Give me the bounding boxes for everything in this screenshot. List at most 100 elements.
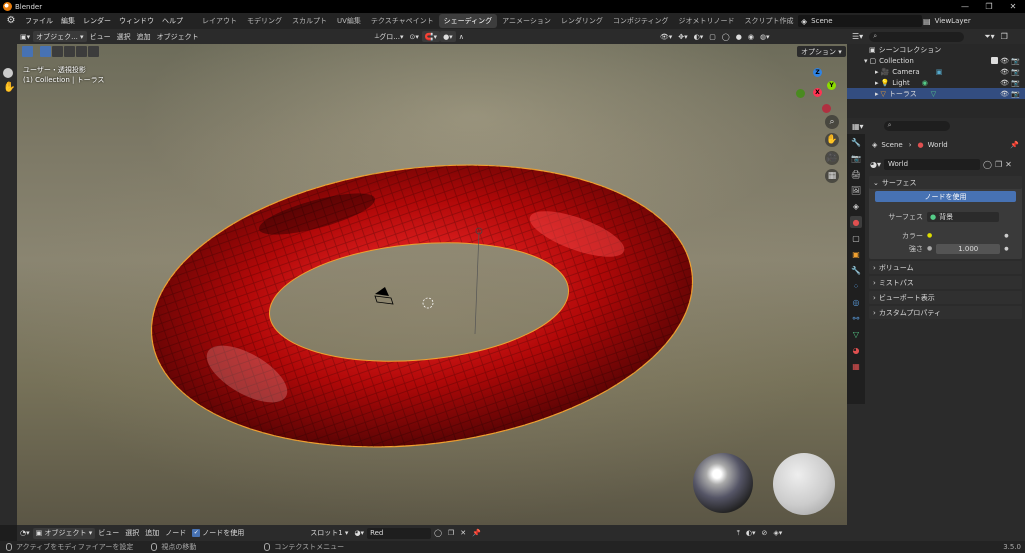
world-new-icon[interactable]: ❐ (995, 160, 1002, 169)
pin-icon[interactable]: 📌 (469, 528, 484, 539)
modifier-tab-icon[interactable]: 🔧 (850, 264, 862, 276)
surface-panel-header[interactable]: ⌄ サーフェス (869, 176, 1022, 189)
viewport-menu-view[interactable]: ビュー (87, 31, 114, 42)
display-icon[interactable]: ◈▾ (770, 528, 785, 539)
gizmo-z-axis[interactable]: Z (813, 68, 822, 77)
pan-hand-icon[interactable]: ✋ (825, 133, 839, 147)
use-nodes-checkbox[interactable]: ✓ ノードを使用 (189, 528, 247, 539)
shader-menu-select[interactable]: 選択 (122, 528, 142, 539)
shader-menu-view[interactable]: ビュー (95, 528, 122, 539)
tab-texture-paint[interactable]: テクスチャペイント (366, 14, 439, 28)
xray-icon[interactable]: ▢ (706, 31, 719, 42)
pin-properties-icon[interactable]: 📌 (1010, 141, 1019, 149)
gizmo-y-axis[interactable]: Y (827, 81, 836, 90)
shader-mode-dropdown[interactable]: ▣ オブジェクト ▾ (32, 527, 96, 539)
select-mode-intersect[interactable] (88, 46, 99, 57)
pivot-icon[interactable]: ⊙▾ (406, 31, 421, 42)
tab-uv-editing[interactable]: UV編集 (332, 14, 366, 28)
select-mode-invert[interactable] (76, 46, 87, 57)
editor-type-icon[interactable]: ▣▾ (17, 31, 33, 42)
select-box-tool[interactable] (22, 46, 33, 57)
view-layer-tab-icon[interactable]: 🖼 (850, 184, 862, 196)
transform-orientation-dropdown[interactable]: ⟂ グロ... ▾ (372, 31, 407, 42)
tab-compositing[interactable]: コンポジティング (608, 14, 674, 28)
viewport-menu-add[interactable]: 追加 (134, 31, 154, 42)
material-browse-icon[interactable]: ◕▾ (351, 528, 367, 539)
outliner-search-input[interactable]: ⌕ (869, 31, 965, 42)
viewport-menu-select[interactable]: 選択 (114, 31, 134, 42)
menu-render[interactable]: レンダー (79, 13, 115, 29)
camera-view-icon[interactable]: 🎥 (825, 151, 839, 165)
blender-menu-icon[interactable]: ⚙ (5, 15, 17, 27)
tab-modeling[interactable]: モデリング (242, 14, 287, 28)
collection-tab-icon[interactable]: ▢ (850, 232, 862, 244)
gizmo-neg-y-axis[interactable] (796, 89, 805, 98)
use-nodes-button[interactable]: ノードを使用 (875, 191, 1016, 202)
outliner-row-light[interactable]: ▸ 💡 Light ◉ 👁 📷 (847, 77, 1025, 88)
strength-keyframe-icon[interactable]: ● (1004, 246, 1008, 252)
camera-render-icon[interactable]: 📷 (1011, 68, 1020, 76)
select-mode-subtract[interactable] (64, 46, 75, 57)
snap-icon[interactable]: 🧲▾ (421, 31, 441, 42)
falloff-icon[interactable]: ∧ (456, 31, 467, 42)
shader-menu-node[interactable]: ノード (162, 528, 189, 539)
light-render-icon[interactable]: 📷 (1011, 79, 1020, 87)
scene-tab-icon[interactable]: ◈ (850, 200, 862, 212)
3d-viewport[interactable]: ユーザー・透視投影 (1) Collection | トーラス オプション ▾ … (17, 44, 847, 525)
outliner-row-torus[interactable]: ▸ ▽ トーラス ▽ 👁 📷 (847, 88, 1025, 99)
close-button[interactable]: ✕ (1001, 0, 1025, 13)
view-layer-selector[interactable]: ▤ ViewLayer (921, 15, 1025, 27)
snap-up-icon[interactable]: ⤒ (734, 528, 743, 539)
view-toggle-icon[interactable] (3, 68, 13, 78)
color-field[interactable] (936, 230, 1001, 241)
outliner-editor-icon[interactable]: ☰▾ (852, 32, 863, 41)
breadcrumb-world[interactable]: World (928, 141, 948, 149)
select-mode-extend[interactable] (52, 46, 63, 57)
color-keyframe-icon[interactable]: ● (1004, 233, 1008, 239)
menu-edit[interactable]: 編集 (57, 13, 79, 29)
surface-shader-field[interactable]: ● 背景 (927, 211, 999, 222)
texture-tab-icon[interactable]: ▦ (850, 360, 862, 372)
data-tab-icon[interactable]: ▽ (850, 328, 862, 340)
tab-sculpting[interactable]: スカルプト (287, 14, 332, 28)
menu-file[interactable]: ファイル (21, 13, 57, 29)
shading-solid-icon[interactable]: ● (733, 31, 745, 42)
outliner-row-collection[interactable]: ▾ ▢ Collection 👁 📷 (847, 55, 1025, 66)
render-tab-icon[interactable]: 📷 (850, 152, 862, 164)
camera-eye-icon[interactable]: 👁 (1000, 68, 1009, 76)
physics-tab-icon[interactable]: ◎ (850, 296, 862, 308)
properties-editor-icon[interactable]: ▦▾ (852, 122, 864, 131)
tab-geometry-nodes[interactable]: ジオメトリノード (674, 14, 740, 28)
outliner-scene-collection[interactable]: ▣ シーンコレクション (847, 44, 1025, 55)
overlay-icon[interactable]: ◐▾ (691, 31, 707, 42)
proportional-edit-icon[interactable]: ●▾ (440, 31, 456, 42)
menu-window[interactable]: ウィンドウ (115, 13, 158, 29)
particles-tab-icon[interactable]: ⁘ (850, 280, 862, 292)
collection-camera-icon[interactable]: 📷 (1011, 57, 1020, 65)
minimize-button[interactable]: — (953, 0, 977, 13)
world-browse-icon[interactable]: ◕▾ (870, 160, 881, 169)
shading-rendered-icon[interactable]: ◍▾ (757, 31, 773, 42)
material-tab-icon[interactable]: ◕ (850, 344, 862, 356)
mode-dropdown[interactable]: オブジェク... ▾ (33, 31, 87, 42)
visibility-icon[interactable]: 👁▾ (657, 31, 675, 42)
slot-dropdown[interactable]: スロット1 ▾ (307, 528, 351, 539)
new-material-icon[interactable]: ❐ (445, 528, 457, 539)
light-eye-icon[interactable]: 👁 (1000, 79, 1009, 87)
select-mode-new[interactable] (40, 46, 51, 57)
world-fake-user-icon[interactable]: ◯ (983, 160, 992, 169)
object-tab-icon[interactable]: ▣ (850, 248, 862, 260)
tab-layout[interactable]: レイアウト (197, 14, 242, 28)
shading-material-icon[interactable]: ◉ (745, 31, 757, 42)
options-dropdown[interactable]: オプション ▾ (797, 46, 846, 57)
outliner-row-camera[interactable]: ▸ 🎥 Camera ▣ 👁 📷 (847, 66, 1025, 77)
viewport-menu-object[interactable]: オブジェクト (154, 31, 202, 42)
collection-eye-icon[interactable]: 👁 (1000, 57, 1009, 65)
constraints-tab-icon[interactable]: ⚯ (850, 312, 862, 324)
gizmo-toggle-icon[interactable]: ✥▾ (675, 31, 690, 42)
material-name-field[interactable]: Red (367, 527, 432, 539)
tab-animation[interactable]: アニメーション (497, 14, 556, 28)
shading-wire-icon[interactable]: ◯ (719, 31, 733, 42)
unlink-material-icon[interactable]: ✕ (457, 528, 469, 539)
tab-scripting[interactable]: スクリプト作成 (740, 14, 799, 28)
